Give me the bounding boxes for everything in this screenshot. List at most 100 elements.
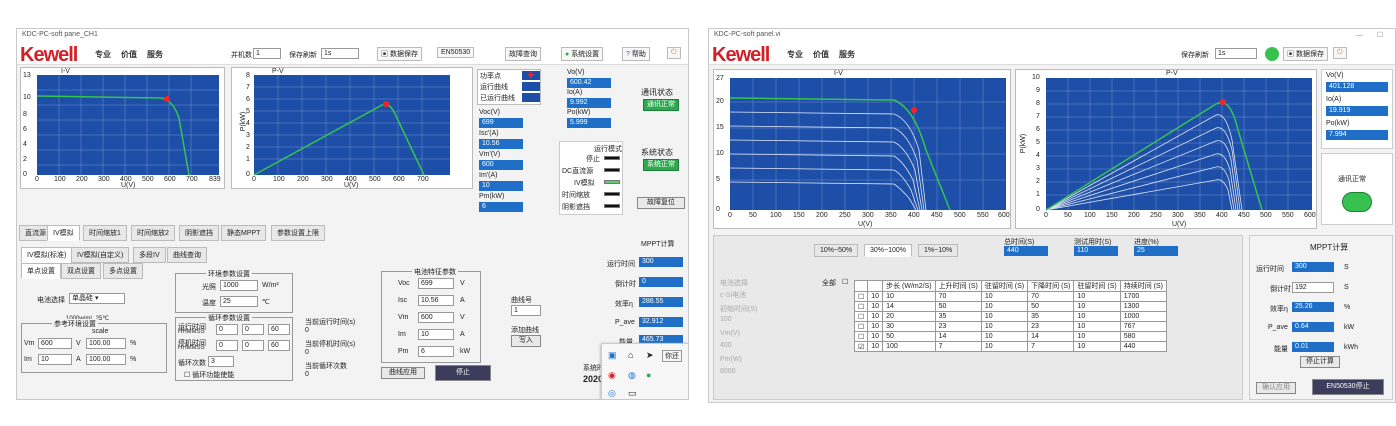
table-row[interactable]: ☑ 10 100 7 10 7 10 440	[853, 341, 1167, 352]
curve-number-input[interactable]: 1	[511, 305, 541, 316]
en50530-stop-button[interactable]: EN50530停止	[1312, 379, 1384, 395]
cycle-enable-checkbox[interactable]: ☐ 循环功能使能	[184, 370, 234, 380]
lock-icon[interactable]: ⌂	[628, 350, 633, 360]
write-button[interactable]: 写入	[511, 335, 541, 347]
col-header: 驻留时间 (S)	[980, 280, 1029, 292]
tab-iv[interactable]: IV模拟	[47, 225, 80, 241]
tab-30-100[interactable]: 30%~100%	[864, 244, 913, 257]
subtab-iv-custom[interactable]: IV模拟(自定义)	[71, 247, 130, 263]
run-minutes-input[interactable]: 0	[242, 324, 264, 335]
cell: 10	[867, 321, 884, 332]
record-icon[interactable]: ◉	[608, 370, 616, 381]
refresh-select[interactable]: 1s	[321, 48, 359, 59]
row-checkbox[interactable]: ☐	[853, 331, 869, 342]
run-curve-swatch	[522, 82, 540, 91]
fault-query-label: 故障查询	[509, 51, 537, 58]
exit-icon[interactable]: ⏻	[1333, 47, 1347, 59]
nav-service[interactable]: 服务	[839, 49, 855, 60]
row-checkbox[interactable]: ☐	[853, 321, 869, 332]
table-row[interactable]: ☐ 10 10 70 10 70 10 1700	[853, 291, 1167, 302]
parallel-count-input[interactable]: 1	[253, 48, 281, 59]
cell-select-value: 单晶硅	[72, 295, 93, 302]
en50530-button[interactable]: EN50530	[437, 47, 475, 58]
data-save-button[interactable]: ▣ 数据保存	[377, 47, 422, 61]
subtab-curve-query[interactable]: 曲线查询	[167, 247, 207, 263]
curve-apply-button[interactable]: 曲线应用	[381, 367, 425, 379]
im-input[interactable]: 10	[38, 354, 72, 365]
bat-pm-input[interactable]: 6	[418, 346, 454, 357]
comm-led-icon	[1342, 192, 1372, 212]
subtab-double[interactable]: 双点设置	[61, 263, 101, 279]
row-checkbox[interactable]: ☐	[853, 311, 869, 322]
vm-input[interactable]: 600	[38, 338, 72, 349]
mppt-stop-button[interactable]: 停止计算	[1300, 356, 1340, 368]
run-hours-input[interactable]: 0	[216, 324, 238, 335]
exit-icon[interactable]: ⏻	[667, 47, 681, 59]
pointer-icon[interactable]: ➤	[646, 350, 654, 361]
subtab-multi-iv[interactable]: 多段IV	[133, 247, 166, 263]
subtab-multi[interactable]: 多点设置	[103, 263, 143, 279]
fault-query-button[interactable]: 故障查询	[505, 47, 541, 61]
bat-vm-input[interactable]: 600	[418, 312, 454, 323]
subtab-single[interactable]: 单点设置	[21, 263, 61, 279]
bat-isc-input[interactable]: 10.56	[418, 295, 454, 306]
network-icon[interactable]: ◎	[608, 388, 616, 399]
en50530-panel: 10%~50% 30%~100% 1%~10% 总时间(S) 440 测试用时(…	[713, 235, 1243, 400]
tab-shadow[interactable]: 阴影遮挡	[179, 225, 219, 241]
tab-time1[interactable]: 时间缩放1	[83, 225, 127, 241]
status-led-icon	[1265, 47, 1279, 61]
system-settings-button[interactable]: ● 系统设置	[561, 47, 604, 61]
nav-pro[interactable]: 专业	[787, 49, 803, 60]
table-row[interactable]: ☐ 10 50 14 10 14 10 580	[853, 331, 1167, 342]
cell: 14	[934, 331, 982, 342]
row-checkbox[interactable]: ☐	[853, 291, 869, 302]
help-button[interactable]: ? 帮助	[622, 47, 650, 61]
stop-hours-input[interactable]: 0	[216, 340, 238, 351]
tab-10-50[interactable]: 10%~50%	[814, 244, 859, 257]
screen-icon[interactable]: ▭	[628, 388, 637, 399]
bat-im-input[interactable]: 10	[418, 329, 454, 340]
nav-value[interactable]: 价值	[121, 49, 137, 60]
confirm-apply-button[interactable]: 确认应用	[1256, 382, 1296, 394]
iv-ytick: 4	[23, 141, 27, 148]
refresh-select[interactable]: 1s	[1215, 48, 1257, 59]
table-row[interactable]: ☐ 10 14 50 10 50 10 1300	[853, 301, 1167, 312]
im-scale-input[interactable]: 100.00	[86, 354, 126, 365]
iv-ytick: 13	[23, 72, 31, 79]
table-row[interactable]: ☐ 10 30 23 10 23 10 767	[853, 321, 1167, 332]
run-seconds-input[interactable]: 60	[268, 324, 290, 335]
bat-voc-input[interactable]: 699	[418, 278, 454, 289]
mppt-eff-unit: %	[1344, 304, 1351, 311]
row-checkbox[interactable]: ☑	[853, 341, 869, 352]
bat-pm-label: Pm	[398, 348, 409, 355]
cycle-count-input[interactable]: 3	[208, 356, 234, 367]
subtab-iv-standard[interactable]: IV模拟(标准)	[21, 247, 73, 263]
tab-1-10[interactable]: 1%~10%	[918, 244, 959, 257]
vm-scale-input[interactable]: 100.00	[86, 338, 126, 349]
side-pm-value: 8000	[720, 368, 736, 375]
table-row[interactable]: ☐ 10 20 35 10 35 10 1000	[853, 311, 1167, 322]
tab-mppt[interactable]: 静态MPPT	[221, 225, 267, 241]
env-settings-group: 环境参数设置 光照 1000 W/m² 温度 25 ℃	[175, 269, 293, 313]
nav-pro[interactable]: 专业	[95, 49, 111, 60]
tab-limits[interactable]: 参数设置上限	[271, 225, 325, 241]
chat-icon[interactable]: ◍	[628, 370, 636, 381]
app-icon[interactable]: ▣	[608, 350, 617, 361]
stop-seconds-input[interactable]: 60	[268, 340, 290, 351]
battery-params-title: 电池特征参数	[412, 267, 458, 277]
wechat-icon[interactable]: ●	[646, 370, 651, 380]
stop-minutes-input[interactable]: 0	[242, 340, 264, 351]
window-controls[interactable]: — ☐	[1356, 31, 1389, 39]
voc-value: 699	[479, 118, 523, 128]
tab-time2[interactable]: 时间缩放2	[131, 225, 175, 241]
data-save-button[interactable]: ▣ 数据保存	[1283, 47, 1328, 61]
stop-button[interactable]: 停止	[435, 365, 491, 381]
temp-input[interactable]: 25	[220, 296, 258, 307]
cell-select[interactable]: 单晶硅 ▾	[69, 293, 125, 304]
nav-service[interactable]: 服务	[147, 49, 163, 60]
select-all-checkbox[interactable]: ☐	[842, 278, 848, 286]
row-checkbox[interactable]: ☐	[853, 301, 869, 312]
light-input[interactable]: 1000	[220, 280, 258, 291]
nav-value[interactable]: 价值	[813, 49, 829, 60]
fault-reset-button[interactable]: 故障复位	[637, 197, 685, 209]
